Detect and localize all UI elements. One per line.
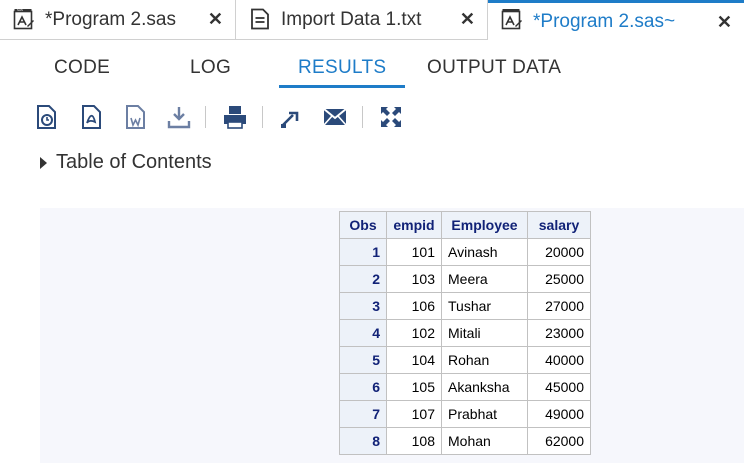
tab-code[interactable]: CODE [54,57,110,79]
tab-import-data-1-txt[interactable]: Import Data 1.txt ✕ [236,0,488,40]
column-header-salary: salary [527,211,591,239]
table-header-row: Obs empid Employee salary [339,211,591,239]
table-row: 5 104 Rohan 40000 [339,346,591,374]
toc-label: Table of Contents [56,151,212,173]
email-icon[interactable] [322,104,348,130]
tab-label: Import Data 1.txt [281,8,422,30]
html-download-icon[interactable] [34,104,60,130]
active-tab-indicator [279,85,405,88]
employee-cell: Mitali [441,319,528,347]
editor-tab-bar: SAS *Program 2.sas ✕ Import Data 1.txt ✕… [0,0,744,41]
empid-cell: 102 [386,319,442,347]
results-toolbar [0,100,744,136]
salary-cell: 20000 [527,238,591,266]
svg-text:SAS: SAS [17,8,23,12]
sas-program-icon [501,9,522,30]
employee-cell: Avinash [441,238,528,266]
table-row: 4 102 Mitali 23000 [339,319,591,347]
empid-cell: 108 [386,427,442,455]
table-row: 2 103 Meera 25000 [339,265,591,293]
obs-cell: 6 [339,373,387,401]
tab-program-2-sas[interactable]: SAS *Program 2.sas ✕ [0,0,236,40]
toolbar-separator [262,106,263,128]
tab-output-data[interactable]: OUTPUT DATA [427,57,561,79]
employee-cell: Mohan [441,427,528,455]
obs-cell: 8 [339,427,387,455]
tab-label: *Program 2.sas [45,8,176,30]
text-file-icon [251,8,269,30]
empid-cell: 106 [386,292,442,320]
employee-cell: Meera [441,265,528,293]
empid-cell: 105 [386,373,442,401]
table-row: 6 105 Akanksha 45000 [339,373,591,401]
open-new-window-icon[interactable] [278,104,304,130]
table-row: 8 108 Mohan 62000 [339,427,591,455]
tab-program-2-sas-active[interactable]: *Program 2.sas~ ✕ [488,0,744,41]
table-row: 1 101 Avinash 20000 [339,238,591,266]
empid-cell: 104 [386,346,442,374]
obs-cell: 5 [339,346,387,374]
download-icon[interactable] [166,104,192,130]
obs-cell: 7 [339,400,387,428]
tab-results[interactable]: RESULTS [298,57,386,79]
tab-log[interactable]: LOG [190,57,231,79]
employee-cell: Tushar [441,292,528,320]
salary-cell: 27000 [527,292,591,320]
salary-cell: 23000 [527,319,591,347]
obs-cell: 1 [339,238,387,266]
empid-cell: 101 [386,238,442,266]
close-icon[interactable]: ✕ [208,9,223,30]
toolbar-separator [205,106,206,128]
sas-program-icon: SAS [13,8,34,30]
pdf-download-icon[interactable] [79,104,105,130]
salary-cell: 40000 [527,346,591,374]
word-download-icon[interactable] [123,104,149,130]
empid-cell: 103 [386,265,442,293]
salary-cell: 25000 [527,265,591,293]
employee-cell: Prabhat [441,400,528,428]
table-row: 7 107 Prabhat 49000 [339,400,591,428]
table-of-contents-toggle[interactable]: Table of Contents [40,151,212,174]
obs-cell: 4 [339,319,387,347]
employee-cell: Akanksha [441,373,528,401]
empid-cell: 107 [386,400,442,428]
salary-cell: 62000 [527,427,591,455]
toolbar-separator [362,106,363,128]
close-icon[interactable]: ✕ [460,9,475,30]
close-icon[interactable]: ✕ [717,12,732,33]
salary-cell: 45000 [527,373,591,401]
obs-cell: 2 [339,265,387,293]
expand-icon[interactable] [378,104,404,130]
column-header-employee: Employee [441,211,528,239]
expand-arrow-icon [40,157,47,169]
salary-cell: 49000 [527,400,591,428]
results-table: Obs empid Employee salary 1 101 Avinash … [339,211,591,455]
print-icon[interactable] [222,104,248,130]
column-header-obs: Obs [339,211,387,239]
results-panel: Obs empid Employee salary 1 101 Avinash … [40,208,744,463]
employee-cell: Rohan [441,346,528,374]
column-header-empid: empid [386,211,442,239]
obs-cell: 3 [339,292,387,320]
table-row: 3 106 Tushar 27000 [339,292,591,320]
tab-label: *Program 2.sas~ [533,11,676,32]
view-tabs: CODE LOG RESULTS OUTPUT DATA [0,41,744,89]
